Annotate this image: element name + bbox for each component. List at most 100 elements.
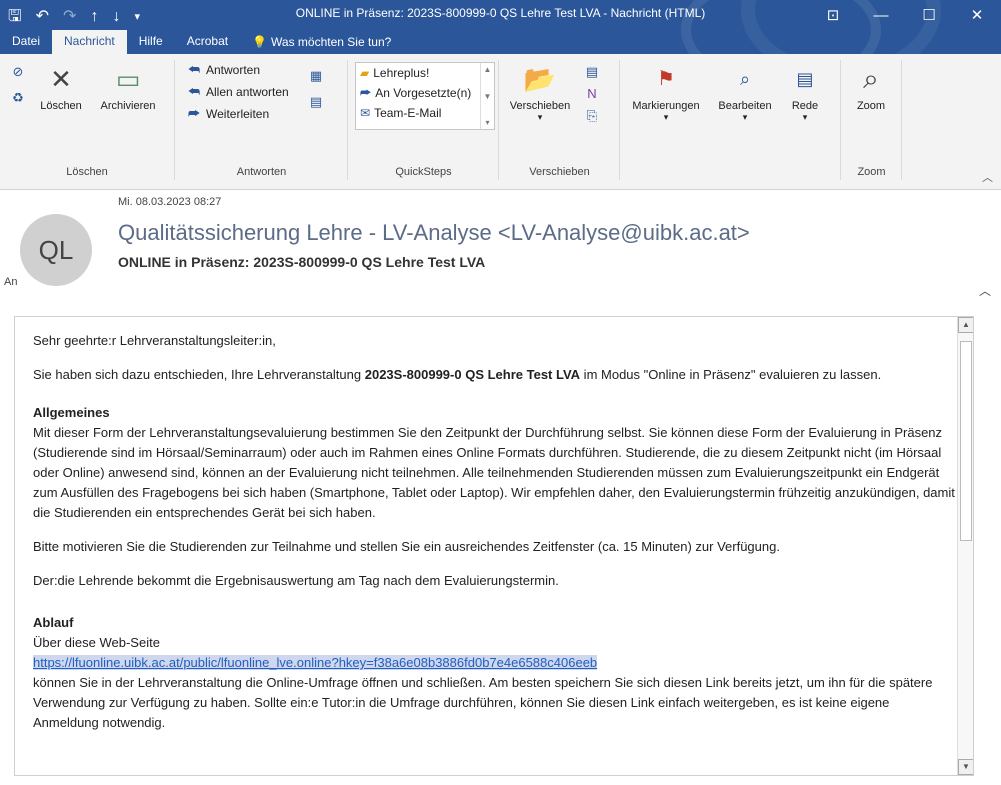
group-zoom: ⌕ Zoom Zoom (842, 60, 902, 180)
delete-label: Löschen (40, 100, 82, 112)
zoom-icon: ⌕ (863, 63, 879, 94)
delete-icon: ✕ (50, 64, 72, 94)
message-date: Mi. 08.03.2023 08:27 (118, 196, 222, 208)
forward-label: Weiterleiten (206, 107, 270, 121)
dropdown-icon: ▾ (742, 112, 748, 122)
onenote-icon[interactable]: N (584, 86, 600, 101)
message-body: Sehr geehrte:r Lehrveranstaltungsleiter:… (14, 316, 974, 776)
lightbulb-icon: 💡 (252, 35, 268, 49)
tab-nachricht[interactable]: Nachricht (52, 30, 127, 54)
quickstep-label: Team-E-Mail (374, 106, 442, 120)
process-heading: Ablauf (33, 615, 74, 630)
intro-text: im Modus "Online in Präsenz" evaluieren … (580, 367, 882, 382)
more-respond-icon[interactable]: ▤ (308, 94, 324, 110)
tab-hilfe[interactable]: Hilfe (127, 30, 175, 54)
ribbon-display-options-icon[interactable]: ⊡ (809, 0, 857, 30)
markierungen-button[interactable]: ⚑ Markierungen ▾ (625, 60, 707, 123)
collapse-ribbon-icon[interactable]: ︿ (982, 169, 993, 185)
move-button[interactable]: 📂 Verschieben ▾ (506, 60, 574, 123)
reply-all-button[interactable]: ⮪ Allen antworten (186, 84, 289, 100)
search-icon: ⌕ (739, 69, 751, 89)
ribbon: ⊘ ♻ ✕ Löschen ▭ Archivieren Löschen ⮪ An… (0, 54, 1001, 190)
dropdown-icon: ▾ (802, 112, 808, 122)
group-delete: ⊘ ♻ ✕ Löschen ▭ Archivieren Löschen (0, 60, 175, 180)
actions-icon[interactable]: ⎘ (584, 108, 600, 124)
scroll-thumb[interactable] (960, 341, 972, 541)
intro-text: Sie haben sich dazu entschieden, Ihre Le… (33, 367, 365, 382)
quickstep-item[interactable]: ✉ Team-E-Mail (356, 103, 494, 123)
dropdown-icon: ▾ (537, 112, 543, 122)
group-respond: ⮪ Antworten ⮪ Allen antworten ⮫ Weiterle… (176, 60, 348, 180)
evaluation-link[interactable]: https://lfuonline.uibk.ac.at/public/lfuo… (33, 655, 598, 670)
group-label-move: Verschieben (529, 166, 590, 178)
avatar[interactable]: QL (20, 214, 92, 286)
motivate-text: Bitte motivieren Sie die Studierenden zu… (33, 539, 780, 554)
tab-datei[interactable]: Datei (0, 30, 52, 54)
mail-icon: ✉ (360, 106, 371, 120)
cleanup-icon[interactable]: ♻ (10, 90, 26, 106)
results-text: Der:die Lehrende bekommt die Ergebnisaus… (33, 573, 559, 588)
reply-button[interactable]: ⮪ Antworten (186, 62, 260, 78)
flag-icon: ⚑ (657, 68, 675, 90)
course-name: 2023S-800999-0 QS Lehre Test LVA (364, 367, 581, 382)
quicksteps-scroll[interactable]: ▲ ▼ ▾ (480, 63, 494, 129)
archive-icon: ▭ (115, 64, 141, 94)
markierungen-label: Markierungen (632, 100, 700, 112)
collapse-header-icon[interactable]: ︿ (979, 282, 991, 299)
process-intro: Über diese Web-Seite (33, 635, 160, 650)
close-button[interactable]: ✕ (953, 0, 1001, 30)
message-header: QL Mi. 08.03.2023 08:27 Qualitätssicheru… (0, 190, 1001, 302)
quickstep-item[interactable]: ▰ Lehreplus! (356, 63, 494, 83)
minimize-button[interactable]: — (857, 0, 905, 30)
group-label-quicksteps: QuickSteps (395, 166, 452, 178)
ribbon-tabs: Datei Nachricht Hilfe Acrobat 💡 Was möch… (0, 30, 403, 54)
subject: ONLINE in Präsenz: 2023S-800999-0 QS Leh… (118, 254, 486, 270)
quickstep-label: Lehreplus! (373, 66, 430, 80)
reply-icon: ⮪ (187, 62, 201, 77)
forward-icon: ⮫ (360, 85, 372, 100)
group-label-zoom: Zoom (857, 166, 886, 178)
sender[interactable]: Qualitätssicherung Lehre - LV-Analyse <L… (118, 220, 750, 246)
group-quicksteps: ▰ Lehreplus! ⮫ An Vorgesetzte(n) ✉ Team-… (349, 60, 499, 180)
bearbeiten-button[interactable]: ⌕ Bearbeiten ▾ (709, 60, 781, 123)
reply-label: Antworten (206, 63, 261, 77)
reply-all-icon: ⮪ (187, 84, 201, 99)
message-text: Sehr geehrte:r Lehrveranstaltungsleiter:… (15, 317, 973, 747)
move-folder-icon: 📂 (523, 64, 557, 94)
quicksteps-gallery: ▰ Lehreplus! ⮫ An Vorgesetzte(n) ✉ Team-… (355, 62, 495, 130)
vertical-scrollbar[interactable]: ▲ ▼ (957, 317, 973, 775)
move-label: Verschieben (509, 100, 571, 112)
group-label-respond: Antworten (236, 166, 287, 178)
zoom-button[interactable]: ⌕ Zoom (846, 60, 896, 112)
greeting: Sehr geehrte:r Lehrveranstaltungsleiter:… (33, 333, 276, 348)
folder-icon: ▰ (360, 66, 370, 80)
scroll-up-arrow-icon[interactable]: ▲ (958, 317, 973, 333)
to-label: An (4, 276, 18, 288)
ignore-icon[interactable]: ⊘ (10, 64, 26, 80)
maximize-button[interactable]: ☐ (905, 0, 953, 30)
quickstep-item[interactable]: ⮫ An Vorgesetzte(n) (356, 83, 494, 103)
rede-label: Rede (791, 100, 819, 112)
rede-button[interactable]: ▤ Rede ▾ (783, 60, 827, 123)
zoom-label: Zoom (856, 100, 886, 112)
tab-acrobat[interactable]: Acrobat (175, 30, 240, 54)
delete-button[interactable]: ✕ Löschen (32, 60, 90, 112)
tell-me-search[interactable]: 💡 Was möchten Sie tun? (240, 30, 403, 54)
title-bar: 🖫 ↶ ↷ ↑ ↓ ▾ ONLINE in Präsenz: 2023S-800… (0, 0, 1001, 54)
rules-icon[interactable]: ▤ (584, 64, 600, 80)
forward-icon: ⮫ (187, 106, 201, 121)
scroll-down-arrow-icon[interactable]: ▼ (958, 759, 973, 775)
group-label-delete: Löschen (66, 166, 108, 178)
tell-me-label: Was möchten Sie tun? (271, 35, 392, 49)
forward-button[interactable]: ⮫ Weiterleiten (186, 106, 269, 122)
general-heading: Allgemeines (33, 405, 110, 420)
window-controls: ⊡ — ☐ ✕ (809, 0, 1001, 30)
bearbeiten-label: Bearbeiten (718, 100, 772, 112)
group-tags: ⚑ Markierungen ▾ ⌕ Bearbeiten ▾ ▤ Rede ▾ (621, 60, 841, 180)
archive-button[interactable]: ▭ Archivieren (92, 60, 164, 112)
meeting-icon[interactable]: ▦ (308, 68, 324, 84)
intro: Sie haben sich dazu entschieden, Ihre Le… (33, 365, 955, 385)
archive-label: Archivieren (100, 100, 156, 112)
quickstep-label: An Vorgesetzte(n) (375, 86, 472, 100)
dropdown-icon: ▾ (663, 112, 669, 122)
